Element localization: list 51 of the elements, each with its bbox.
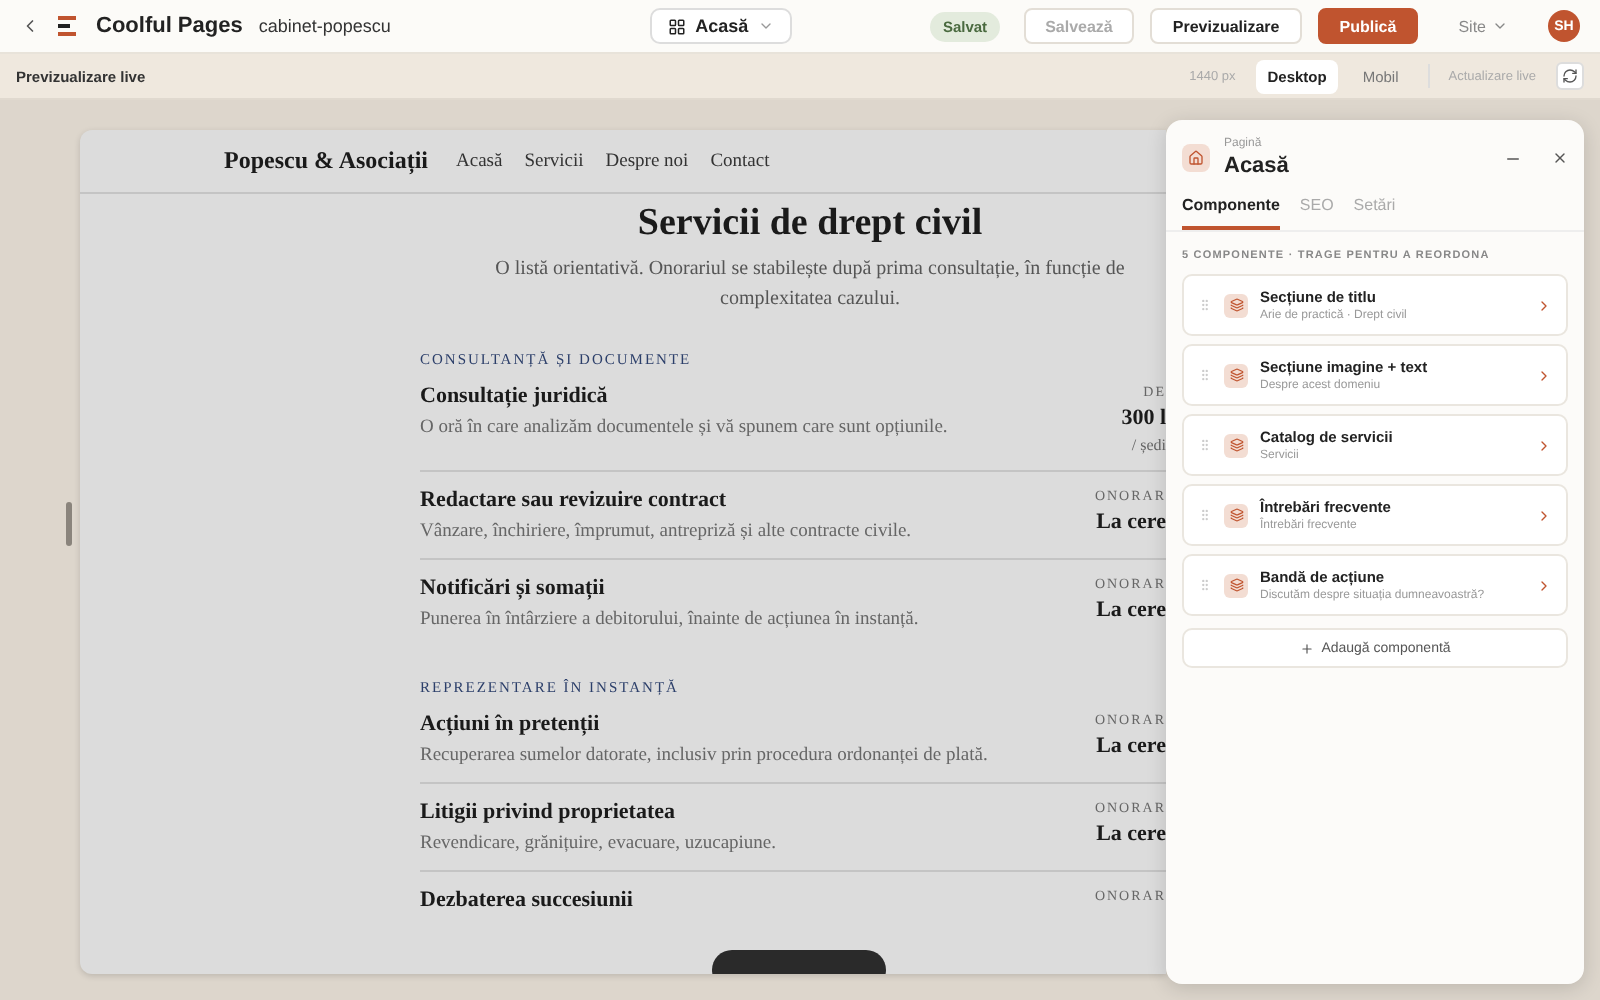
panel-title: Acasă: [1224, 154, 1291, 178]
price: La cere: [1096, 510, 1166, 534]
service-name: Redactare sau revizuire contract: [420, 488, 729, 512]
home-icon: [1182, 144, 1210, 172]
service-description: Revendicare, grănițuire, evacuare, uzucapiune.: [420, 834, 777, 854]
price: La cere: [1096, 598, 1166, 622]
layers-icon: [1224, 503, 1248, 527]
layers-icon: [1224, 433, 1248, 457]
service-name: Litigii privind proprietatea: [420, 800, 678, 824]
grid-icon: [667, 17, 686, 35]
nav-link[interactable]: Despre noi: [605, 151, 689, 171]
nav-link[interactable]: Servicii: [524, 151, 584, 171]
service-name: Notificări și somații: [420, 576, 607, 600]
intro-text: O listă orientativă. Onorariul se stabilește după prima consultație, în funcție de complexitatea cazului.: [493, 256, 1127, 314]
refresh-button[interactable]: [1556, 62, 1584, 90]
chevron-right-icon: [1536, 437, 1552, 453]
price-unit: / ședi: [1131, 436, 1166, 454]
price: La cere: [1096, 822, 1166, 846]
service-description: Punerea în întârziere a debitorului, înainte de acțiunea în instanță.: [420, 610, 919, 630]
layers-icon: [1224, 363, 1248, 387]
chevron-down-icon: [1492, 18, 1508, 34]
service-description: O oră în care analizăm documentele și vă spunem care sunt opțiunile.: [420, 418, 948, 438]
service-description: Vânzare, închiriere, împrumut, antrepriză și alte contracte civile.: [420, 522, 912, 542]
publish-button[interactable]: Publică: [1317, 8, 1419, 44]
resize-handle[interactable]: [66, 502, 72, 546]
project-name: cabinet-popescu: [258, 16, 391, 36]
page-heading: Servicii de drept civil: [637, 202, 983, 246]
layers-icon: [1224, 573, 1248, 597]
chevron-right-icon: [1536, 297, 1552, 313]
panel-tab[interactable]: Componente: [1182, 196, 1280, 230]
price: La cere: [1096, 734, 1166, 758]
layers-icon: [1224, 293, 1248, 317]
refresh-icon: [1562, 68, 1578, 84]
service-name: Dezbaterea succesiunii: [420, 888, 633, 912]
site-brand: Popescu & Asociații: [224, 146, 428, 176]
chevron-right-icon: [1536, 577, 1552, 593]
preview-button[interactable]: Previzualizare: [1150, 8, 1302, 44]
nav-link[interactable]: Contact: [710, 151, 770, 171]
chevron-down-icon: [758, 18, 775, 34]
service-description: Recuperarea sumelor datorate, inclusiv prin procedura ordonanței de plată.: [420, 746, 988, 766]
nav-link[interactable]: Acasă: [456, 151, 503, 171]
logo-icon: [56, 14, 80, 38]
price: 300 l: [1121, 406, 1166, 430]
app-name: Coolful Pages: [96, 14, 243, 38]
service-name: Acțiuni în pretenții: [420, 712, 602, 736]
chevron-right-icon: [1536, 507, 1552, 523]
service-name: Consultație juridică: [420, 384, 610, 408]
plus-icon: [1299, 641, 1314, 655]
close-icon[interactable]: [1552, 150, 1568, 166]
chevron-right-icon: [1536, 367, 1552, 383]
page-selector[interactable]: Acasă: [649, 8, 793, 44]
